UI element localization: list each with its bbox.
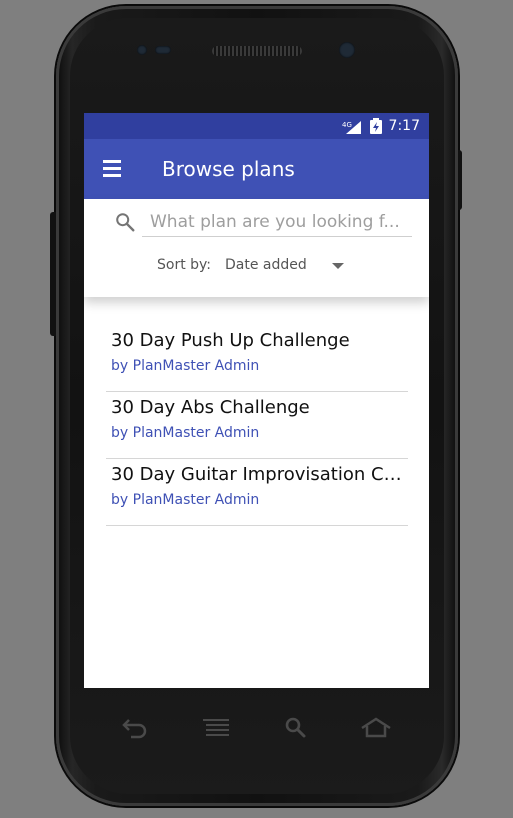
volume-button: [50, 212, 56, 336]
earpiece-speaker: [212, 46, 302, 56]
plan-author[interactable]: by PlanMaster Admin: [111, 358, 259, 374]
menu-lines-icon[interactable]: [203, 718, 231, 738]
plan-item[interactable]: 30 Day Guitar Improvisation Ch... by Pla…: [106, 459, 408, 526]
plan-name: 30 Day Abs Challenge: [111, 397, 310, 418]
sort-label: Sort by:: [157, 257, 212, 273]
page-title: Browse plans: [162, 157, 295, 181]
app-bar: Browse plans: [84, 139, 429, 199]
screen: 4G 7:17 Browse plans Sort by: Date added…: [84, 113, 429, 688]
sort-selected-value: Date added: [225, 257, 307, 273]
hardware-search-icon[interactable]: [284, 716, 308, 740]
plan-name: 30 Day Guitar Improvisation Ch...: [111, 464, 403, 485]
dropdown-arrow-icon: [332, 263, 344, 269]
search-input[interactable]: [142, 207, 412, 237]
plan-name: 30 Day Push Up Challenge: [111, 330, 350, 351]
plan-item[interactable]: 30 Day Push Up Challenge by PlanMaster A…: [106, 325, 408, 392]
back-icon[interactable]: [121, 716, 149, 740]
filter-panel: Sort by: Date added: [84, 199, 429, 297]
battery-charging-icon: [370, 118, 382, 134]
hamburger-menu-icon[interactable]: [101, 158, 125, 180]
front-camera: [339, 42, 355, 58]
plan-author[interactable]: by PlanMaster Admin: [111, 425, 259, 441]
plan-author[interactable]: by PlanMaster Admin: [111, 492, 259, 508]
proximity-sensor: [137, 45, 147, 55]
plan-list: 30 Day Push Up Challenge by PlanMaster A…: [106, 325, 408, 526]
status-bar: 4G 7:17: [84, 113, 429, 139]
light-sensor: [155, 46, 171, 54]
home-icon[interactable]: [360, 716, 392, 740]
search-icon: [116, 213, 135, 232]
power-button: [458, 150, 462, 210]
signal-4g-icon: 4G: [342, 121, 361, 134]
plan-item[interactable]: 30 Day Abs Challenge by PlanMaster Admin: [106, 392, 408, 459]
sort-dropdown[interactable]: Date added: [224, 253, 354, 277]
network-type-text: 4G: [342, 121, 352, 129]
clock: 7:17: [388, 118, 420, 134]
